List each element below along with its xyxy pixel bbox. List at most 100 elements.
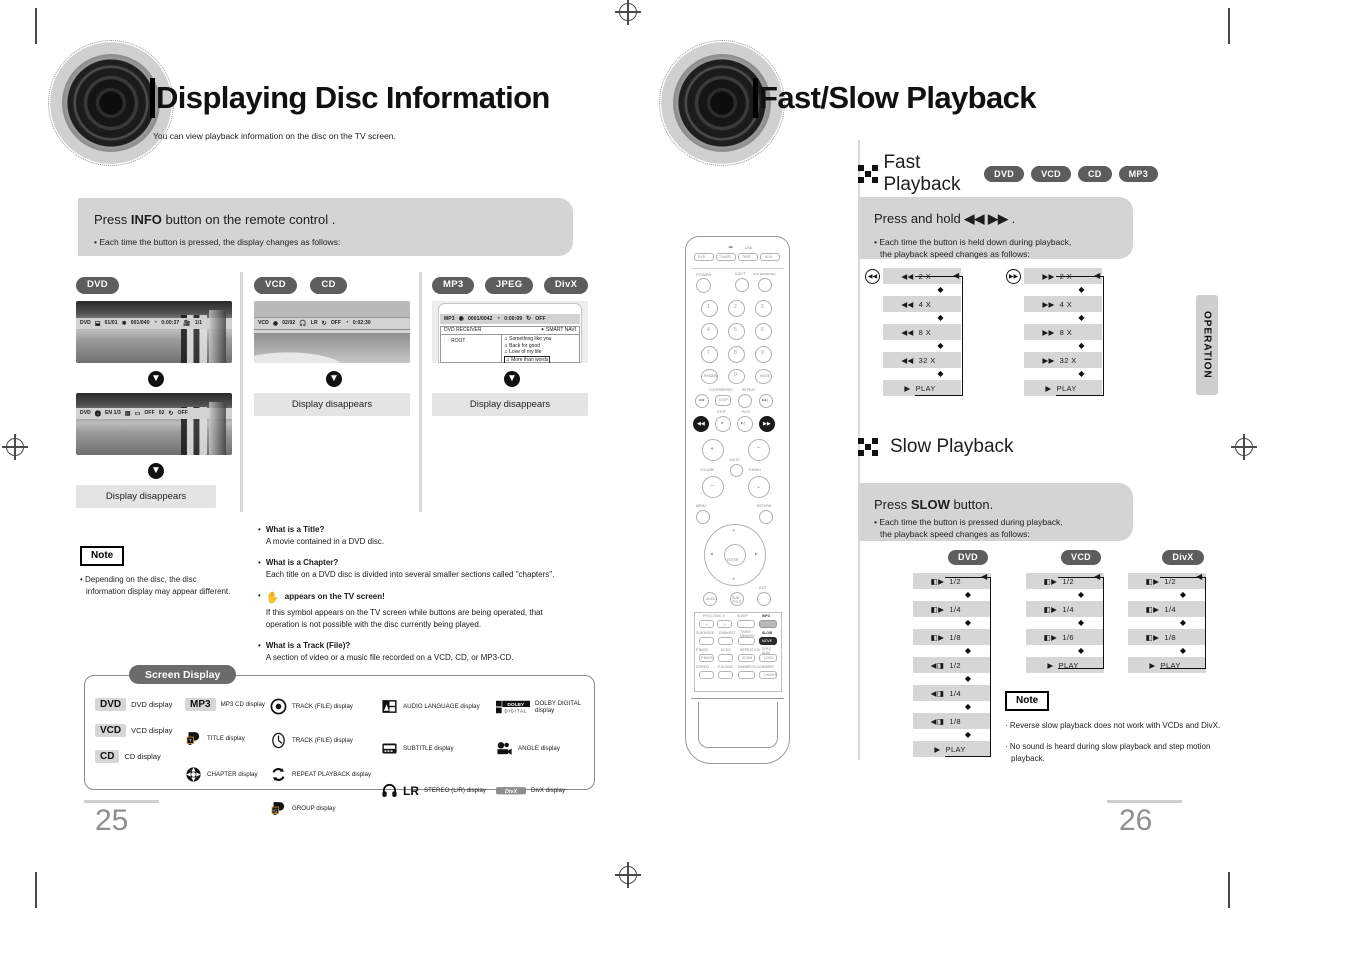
forward-button-icon: ▶▶ — [1006, 269, 1021, 284]
fast-playback-section: Fast Playback DVD VCD CD MP3 — [858, 152, 1158, 196]
osd-disc-type: DVD — [80, 320, 91, 327]
left-page: Displaying Disc Information You can view… — [0, 0, 660, 954]
chapter-icon: ✸ — [121, 320, 127, 327]
chip-mp3: MP3 — [185, 698, 216, 711]
faq-item: • What is a Chapter? Each title on a DVD… — [258, 557, 608, 581]
mp3-track-pane: ♫ Something like you ♫ Back for good ♫ L… — [501, 334, 579, 363]
bullet-line: the playback speed changes as follows: — [880, 529, 1030, 540]
play-glyph: ▶ — [904, 383, 911, 393]
faq-question: appears on the TV screen! — [284, 592, 385, 601]
angle-icon: 🎥 — [183, 320, 191, 327]
display-disappears-dvd: Display disappears — [76, 484, 216, 508]
mp3-track-item[interactable]: ♫ Back for good — [504, 343, 577, 350]
badge-divx: DivX — [543, 277, 589, 294]
page-footer-line-left — [84, 800, 159, 803]
osd-repeat-value: OFF — [330, 320, 342, 327]
slow-forward-glyph: ◧▶ — [1043, 604, 1058, 614]
mp3-track-item-selected[interactable]: ♫ More than words — [504, 355, 551, 363]
fast-head-prefix: Press and hold — [874, 211, 965, 226]
osd-disc-type: VCD — [258, 320, 269, 327]
mp3-track-item[interactable]: ♫ Something like you — [504, 336, 577, 343]
clock-icon: ◔ — [153, 320, 158, 327]
slow-head-bold: SLOW — [910, 497, 950, 512]
badge-row-mp3: MP3 JPEG DivX — [432, 274, 592, 294]
legend-item-group: G GROUP display — [270, 800, 371, 817]
mp3-menu-header: DVD RECEIVER ✦ SMART NAVI — [440, 325, 580, 335]
flow-loop-line — [1160, 577, 1206, 669]
mp3-track-item[interactable]: ♫ Love of my life — [504, 349, 577, 356]
osd-time-value: 0:00:37 — [161, 320, 180, 327]
svg-text:DOLBY: DOLBY — [507, 701, 525, 707]
legend-item-angle: ANGLE display — [496, 740, 594, 757]
info-instruction-bullet: • Each time the button is pressed, the d… — [94, 237, 341, 247]
info-instruction-head: Press INFO button on the remote control … — [94, 212, 557, 227]
music-note-icon: ♫ — [504, 342, 508, 349]
osd-track-value: 0001/0042 — [467, 315, 493, 322]
mp3-menu-title: DVD RECEIVER — [444, 327, 482, 334]
flow-loop-arrow-icon: ◀ — [1094, 572, 1101, 581]
badge-dvd: DVD — [76, 277, 119, 294]
page-footer-line-right — [1107, 800, 1182, 803]
info-instruction-panel: Press INFO button on the remote control … — [78, 198, 573, 256]
title-underline-left — [150, 78, 155, 118]
angle-icon — [496, 740, 513, 757]
title-icon: T — [185, 730, 202, 747]
note-label: Note — [80, 546, 125, 566]
page-number-left: 25 — [95, 804, 129, 837]
stereo-icon — [381, 782, 398, 799]
legend-item-chapter: CHAPTER display — [185, 766, 265, 783]
legend-label: MP3 CD display — [220, 701, 265, 708]
note-text: • Depending on the disc, the disc inform… — [80, 574, 270, 598]
flow-loop-arrow-icon: ◀ — [1094, 271, 1101, 280]
track-disc-icon — [270, 698, 287, 715]
osd-chapter-value: 001/040 — [130, 320, 150, 327]
osd-audio-value: EN 1/3 — [104, 410, 121, 417]
slow-head-suffix: button. — [949, 497, 994, 512]
slow-forward-glyph: ◧▶ — [930, 576, 945, 586]
arrow-down-icon: ▼ — [148, 370, 164, 387]
column-divider-1 — [240, 272, 243, 512]
legend-label: SUBTITLE display — [403, 745, 454, 752]
slow-forward-glyph: ◧▶ — [1145, 576, 1160, 586]
osd-bar-vcd: VCD ◉ 02/02 🎧 LR ↻ OFF ◔ 0:02:30 — [254, 317, 410, 329]
badge-vcd: VCD — [254, 277, 297, 294]
badge-vcd: VCD — [1031, 166, 1071, 182]
legend-label: TRACK (FILE) display — [292, 703, 353, 710]
tv-screen-dvd-2: DVD 🅐 EN 1/3 ▤ ▭ OFF 02 ↻ OFF — [76, 392, 232, 455]
legend-item-stereo: LR STEREO (L/R) display — [381, 782, 486, 799]
legend-col-c: TRACK (FILE) display TRACK (FILE) displa… — [270, 698, 371, 817]
legend-item-audio-language: AUDIO LANGUAGE display — [381, 698, 486, 715]
svg-text:DivX: DivX — [505, 788, 518, 794]
legend-col-e: DOLBY DIGITAL DOLBY DIGITAL display ANGL… — [496, 698, 594, 799]
badge-vcd: VCD — [1061, 549, 1101, 565]
legend-item-subtitle: SUBTITLE display — [381, 740, 486, 757]
slow-flow-vcd: VCD ◧▶ 1/2 ◆ ◧▶ 1/4 ◆ ◧▶ 1/6 ◆ ▶ PLAY ◀ — [1026, 547, 1136, 673]
faq-question: What is a Chapter? — [265, 558, 339, 567]
display-disappears-mp3: Display disappears — [432, 392, 588, 416]
osd-title-value: 01/01 — [104, 320, 118, 327]
slow-forward-glyph: ◧▶ — [1145, 632, 1160, 642]
faq-list: • What is a Title? A movie contained in … — [258, 524, 608, 664]
badge-cd: CD — [1077, 166, 1112, 182]
faq-answer: operation is not possible with the disc … — [265, 619, 482, 629]
right-page: Fast/Slow Playback OPERATION Fast Playba… — [655, 0, 1350, 954]
legend-label: ANGLE display — [518, 745, 560, 752]
operation-side-tab: OPERATION — [1196, 295, 1218, 395]
flow-loop-arrow-icon: ◀ — [953, 271, 960, 280]
slow-reverse-glyph: ◀◨ — [930, 688, 945, 698]
audio-lang-icon: 🅐 — [94, 411, 101, 418]
hand-icon: ✋ — [265, 592, 280, 604]
legend-item-divx: DivX DivX display — [496, 782, 594, 799]
note-line: · No sound is heard during slow playback… — [1005, 742, 1211, 751]
legend-col-d: AUDIO LANGUAGE display SUBTITLE display … — [381, 698, 486, 799]
legend-label: DivX display — [531, 787, 566, 794]
info-head-bold: INFO — [130, 212, 162, 227]
osd-subtitle-value: OFF — [144, 410, 155, 417]
badge-jpeg: JPEG — [484, 277, 534, 294]
stereo-lr-label: LR — [403, 783, 419, 798]
dolby-icon: ▤ — [124, 410, 131, 417]
chip-vcd: VCD — [95, 724, 127, 737]
note-line: playback. — [1011, 754, 1045, 763]
slow-head-prefix: Press — [874, 497, 911, 512]
page-subtitle: You can view playback information on the… — [153, 131, 396, 141]
